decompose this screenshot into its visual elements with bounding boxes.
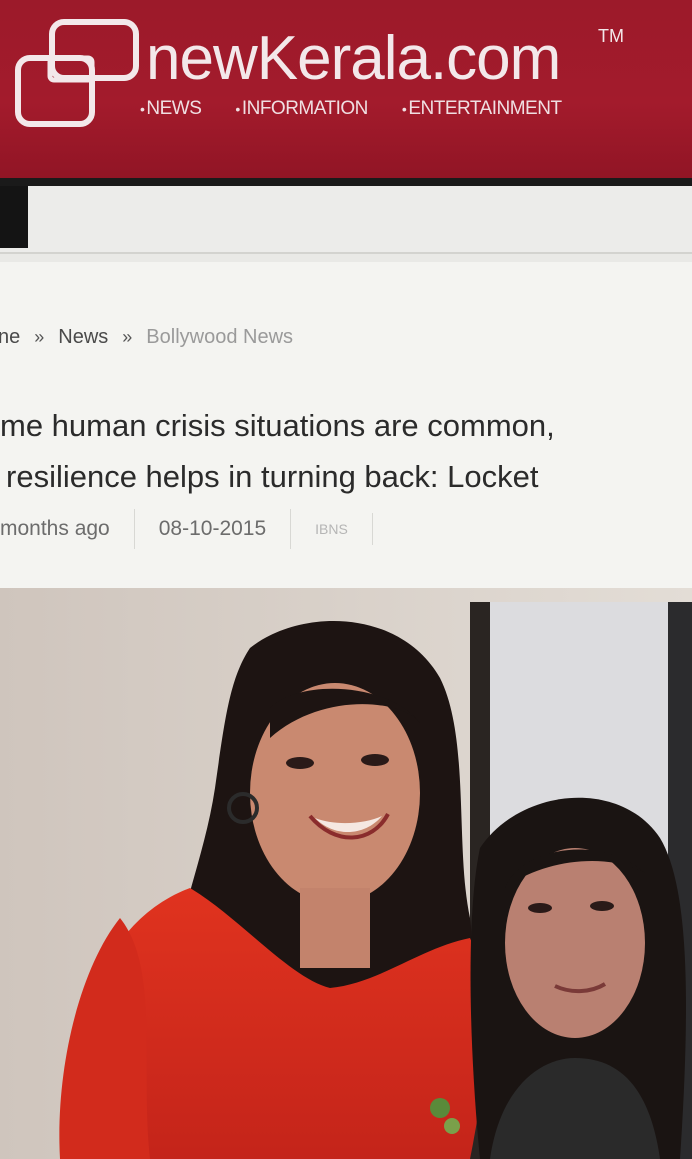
article-date: 08-10-2015 xyxy=(135,509,292,549)
tagline-entertainment: ENTERTAINMENT xyxy=(402,98,562,120)
breadcrumb-bollywood-news[interactable]: Bollywood News xyxy=(146,326,293,349)
tagline-information: INFORMATION xyxy=(235,98,369,120)
site-brand[interactable]: newKerala.com xyxy=(146,28,561,90)
breadcrumb-news[interactable]: News xyxy=(58,326,108,349)
breadcrumb-separator-icon: » xyxy=(34,327,45,347)
article-headline: me human crisis situations are common, r… xyxy=(0,400,692,502)
tagline-news: NEWS xyxy=(140,98,202,120)
article-meta: months ago 08-10-2015 IBNS xyxy=(0,506,373,552)
article-photo-image xyxy=(0,588,692,1159)
site-logo-icon[interactable] xyxy=(14,18,142,128)
article-header: ne » News » Bollywood News me human cris… xyxy=(0,262,692,602)
article-photo xyxy=(0,588,692,1159)
menu-bar xyxy=(0,186,692,254)
headline-line-1: me human crisis situations are common, xyxy=(0,408,555,443)
trademark-label: TM xyxy=(598,26,624,46)
headline-line-2: resilience helps in turning back: Locket xyxy=(6,459,539,494)
breadcrumb-home[interactable]: ne xyxy=(0,326,20,349)
breadcrumb-separator-icon: » xyxy=(122,327,133,347)
menu-toggle-button[interactable] xyxy=(0,186,28,248)
breadcrumb: ne » News » Bollywood News xyxy=(0,326,293,349)
article-source: IBNS xyxy=(291,513,373,545)
posted-ago: months ago xyxy=(0,509,135,549)
site-header: newKerala.com TM NEWS INFORMATION ENTERT… xyxy=(0,0,692,186)
site-tagline: NEWS INFORMATION ENTERTAINMENT xyxy=(140,98,660,120)
